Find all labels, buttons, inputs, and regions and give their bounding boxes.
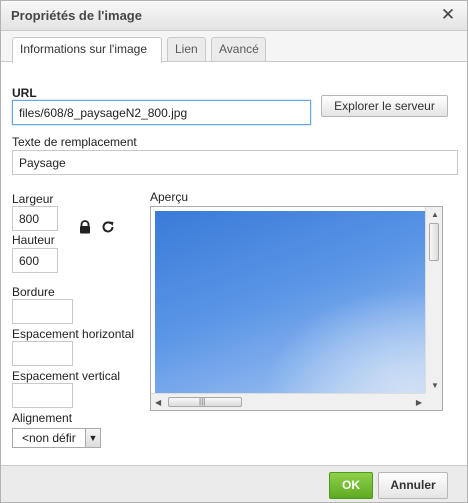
url-input[interactable]: [12, 100, 311, 125]
vspace-input[interactable]: [12, 383, 73, 408]
scrollbar-corner: [425, 393, 442, 410]
width-input[interactable]: [12, 206, 58, 231]
grip-icon: |||: [199, 397, 206, 406]
tab-link[interactable]: Lien: [167, 37, 206, 62]
image-properties-dialog: Propriétés de l'image ✕ Informations sur…: [0, 0, 468, 503]
dialog-footer: OK Annuler: [1, 465, 467, 502]
alignment-label: Alignement: [12, 411, 73, 425]
reset-size-icon[interactable]: [100, 219, 116, 235]
height-input[interactable]: [12, 248, 58, 273]
border-input[interactable]: [12, 299, 73, 324]
vertical-scrollbar[interactable]: ▲ ▼: [425, 207, 442, 394]
url-label: URL: [12, 86, 37, 100]
height-label: Hauteur: [12, 233, 55, 247]
width-label: Largeur: [12, 192, 54, 206]
scroll-up-icon[interactable]: ▲: [431, 211, 439, 219]
preview-image: [155, 211, 437, 393]
hspace-input[interactable]: [12, 341, 73, 366]
tab-image-info[interactable]: Informations sur l'image: [12, 37, 162, 63]
hspace-label: Espacement horizontal: [12, 327, 135, 341]
ok-button[interactable]: OK: [329, 472, 373, 499]
chevron-down-icon[interactable]: ▼: [85, 429, 100, 447]
cancel-button[interactable]: Annuler: [378, 472, 448, 499]
preview-label: Aperçu: [150, 190, 189, 204]
scroll-right-icon[interactable]: ▶: [416, 399, 422, 407]
tab-panel-image-info: URL Explorer le serveur Texte de remplac…: [1, 61, 467, 465]
alignment-select-value: <non défir: [22, 431, 76, 445]
alt-text-label: Texte de remplacement: [12, 135, 137, 149]
tab-advanced[interactable]: Avancé: [211, 37, 266, 62]
tab-bar: Informations sur l'image Lien Avancé: [1, 31, 467, 63]
alignment-select[interactable]: <non défir ▼: [12, 428, 101, 448]
dialog-titlebar[interactable]: Propriétés de l'image ✕: [1, 1, 467, 31]
vertical-scroll-thumb[interactable]: [429, 223, 439, 261]
dialog-title: Propriétés de l'image: [11, 8, 142, 23]
horizontal-scrollbar[interactable]: ◀ ||| ▶: [151, 393, 426, 410]
alt-text-input[interactable]: [12, 150, 458, 175]
image-preview: ▲ ▼ ◀ ||| ▶: [150, 206, 443, 411]
border-label: Bordure: [12, 285, 55, 299]
vspace-label: Espacement vertical: [12, 369, 121, 383]
scroll-down-icon[interactable]: ▼: [431, 382, 439, 390]
lock-icon[interactable]: [78, 220, 92, 234]
horizontal-scroll-thumb[interactable]: |||: [168, 397, 242, 407]
browse-server-button[interactable]: Explorer le serveur: [321, 95, 448, 117]
scroll-left-icon[interactable]: ◀: [155, 399, 161, 407]
close-icon[interactable]: ✕: [439, 6, 457, 24]
